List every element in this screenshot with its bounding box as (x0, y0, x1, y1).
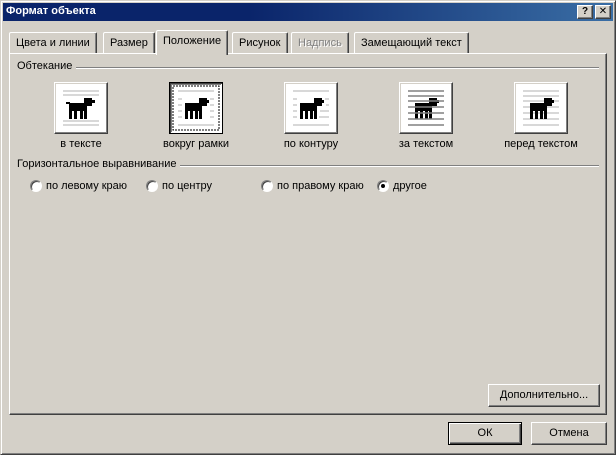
tab-panel-position: Обтекание в тексте вокруг рамки по конту… (9, 53, 607, 415)
help-button[interactable]: ? (577, 5, 593, 19)
radio-circle[interactable] (146, 180, 158, 192)
wrapping-group-divider (17, 67, 599, 69)
cancel-button[interactable]: Отмена (531, 422, 607, 445)
wrap-option-label: за текстом (398, 138, 454, 150)
radio-align-left[interactable]: по левому краю (30, 178, 140, 194)
dialog-title: Формат объекта (6, 5, 96, 17)
advanced-button[interactable]: Дополнительно... (488, 384, 600, 407)
radio-selected-dot (381, 184, 385, 188)
dog-square-icon[interactable] (169, 82, 223, 134)
radio-align-right[interactable]: по правому краю (261, 178, 376, 194)
close-button[interactable]: ✕ (595, 5, 611, 19)
wrap-option-label: по контуру (283, 138, 339, 150)
radio-label: по правому краю (277, 180, 364, 192)
tab-size[interactable]: Размер (103, 32, 155, 53)
wrapping-group-label: Обтекание (17, 60, 77, 72)
dog-behind-text-icon[interactable] (399, 82, 453, 134)
dog-in-front-icon[interactable] (514, 82, 568, 134)
radio-align-center[interactable]: по центру (146, 178, 236, 194)
ok-button[interactable]: ОК (448, 422, 522, 445)
tab-text-box: Надпись (291, 32, 349, 53)
tab-alt-text[interactable]: Замещающий текст (354, 32, 469, 53)
wrap-option-label: перед текстом (504, 138, 578, 150)
radio-label: по центру (162, 180, 213, 192)
tab-picture[interactable]: Рисунок (232, 32, 288, 53)
format-object-dialog: Формат объекта ? ✕ Цвета и линии Размер … (0, 0, 616, 455)
dog-tight-icon[interactable] (284, 82, 338, 134)
dog-inline-icon[interactable] (54, 82, 108, 134)
radio-circle[interactable] (377, 180, 389, 192)
radio-align-other[interactable]: другое (377, 178, 447, 194)
radio-label: по левому краю (46, 180, 128, 192)
radio-circle[interactable] (30, 180, 42, 192)
wrap-option-label: вокруг рамки (163, 138, 229, 150)
tab-colors-lines[interactable]: Цвета и линии (9, 32, 97, 53)
title-bar[interactable]: Формат объекта ? ✕ (3, 3, 613, 21)
radio-label: другое (393, 180, 427, 192)
tab-position[interactable]: Положение (156, 30, 229, 55)
alignment-group-label: Горизонтальное выравнивание (17, 158, 181, 170)
wrap-option-label: в тексте (60, 138, 102, 150)
radio-circle[interactable] (261, 180, 273, 192)
